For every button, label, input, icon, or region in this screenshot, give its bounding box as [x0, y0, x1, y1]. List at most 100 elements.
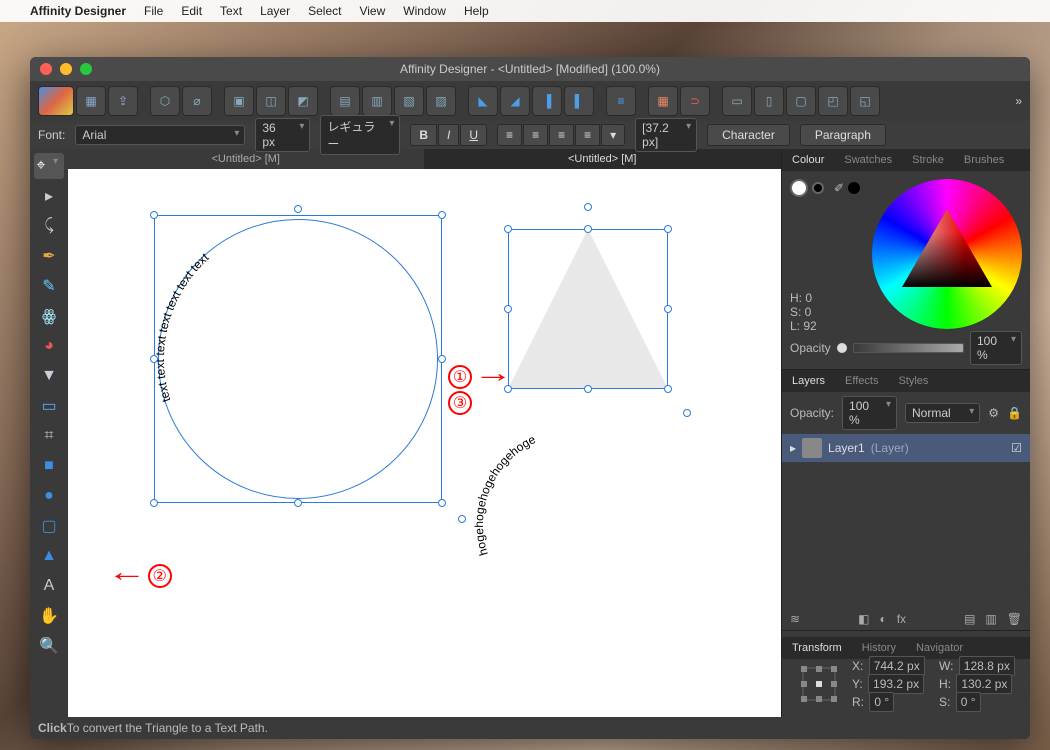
- canvas[interactable]: text text text text text text text: [68, 169, 781, 717]
- snap-magnet-icon[interactable]: ⊃: [680, 86, 710, 116]
- zoom-icon[interactable]: [80, 63, 92, 75]
- zoom-tool-icon[interactable]: 🔍: [34, 633, 64, 659]
- node-tool-icon[interactable]: ▸: [34, 183, 64, 209]
- h-field[interactable]: 130.2 px: [956, 674, 1012, 694]
- visibility-checkbox[interactable]: ☑: [1011, 441, 1022, 455]
- opacity-knob-icon[interactable]: [837, 343, 847, 353]
- arrange-forward-icon[interactable]: ▥: [362, 86, 392, 116]
- flip-h-icon[interactable]: ◣: [468, 86, 498, 116]
- y-field[interactable]: 193.2 px: [868, 674, 924, 694]
- rotate-ccw-icon[interactable]: ▐: [532, 86, 562, 116]
- menu-file[interactable]: File: [144, 4, 163, 18]
- ellipse-tool-icon[interactable]: ●: [34, 483, 64, 509]
- tab-effects[interactable]: Effects: [835, 370, 888, 392]
- app-name[interactable]: Affinity Designer: [30, 4, 126, 18]
- doctab-2[interactable]: <Untitled> [M]: [425, 149, 782, 169]
- tab-styles[interactable]: Styles: [888, 370, 938, 392]
- tab-brushes[interactable]: Brushes: [954, 149, 1014, 171]
- tab-stroke[interactable]: Stroke: [902, 149, 954, 171]
- tab-transform[interactable]: Transform: [782, 637, 852, 659]
- opacity-slider[interactable]: [853, 343, 964, 353]
- select-next-icon[interactable]: ◩: [288, 86, 318, 116]
- rectangle-tool-icon[interactable]: ■: [34, 453, 64, 479]
- minimize-icon[interactable]: [60, 63, 72, 75]
- leading-select[interactable]: [37.2 px]: [635, 118, 697, 152]
- text-on-arc[interactable]: hogehogehogehogehoge: [458, 424, 688, 584]
- layer-opacity-select[interactable]: 100 %: [842, 396, 897, 430]
- w-field[interactable]: 128.8 px: [959, 656, 1015, 676]
- opacity-value[interactable]: 100 %: [970, 331, 1022, 365]
- layer-row[interactable]: ▸ Layer1 (Layer) ☑: [782, 434, 1030, 462]
- gear-icon[interactable]: ⚙: [988, 406, 999, 420]
- triangle-tool-icon[interactable]: ▲: [34, 543, 64, 569]
- arrange-front-icon[interactable]: ▤: [330, 86, 360, 116]
- arrange-back-icon[interactable]: ▨: [426, 86, 456, 116]
- add-icon[interactable]: ▢: [786, 86, 816, 116]
- align-icon[interactable]: ≡: [606, 86, 636, 116]
- menu-layer[interactable]: Layer: [260, 4, 290, 18]
- select-prev-icon[interactable]: ◫: [256, 86, 286, 116]
- s-field[interactable]: 0 °: [956, 692, 981, 712]
- close-icon[interactable]: [40, 63, 52, 75]
- triangle-shape[interactable]: [508, 229, 668, 389]
- font-size-select[interactable]: 36 px: [255, 118, 310, 152]
- italic-button[interactable]: I: [438, 124, 459, 146]
- flip-v-icon[interactable]: ◢: [500, 86, 530, 116]
- tab-swatches[interactable]: Swatches: [834, 149, 902, 171]
- persona-designer-icon[interactable]: [38, 86, 74, 116]
- mask-icon[interactable]: ◧: [858, 612, 869, 626]
- menu-help[interactable]: Help: [464, 4, 489, 18]
- text-on-circle[interactable]: text text text text text text text: [158, 219, 438, 499]
- bold-button[interactable]: B: [410, 124, 437, 146]
- character-button[interactable]: Character: [707, 124, 790, 146]
- arrange-backward-icon[interactable]: ▧: [394, 86, 424, 116]
- new-layer-icon[interactable]: ⬡: [150, 86, 180, 116]
- group-icon[interactable]: ▭: [722, 86, 752, 116]
- blend-mode-select[interactable]: Normal: [905, 403, 980, 423]
- subtract-icon[interactable]: ◰: [818, 86, 848, 116]
- new-pixel-layer-icon[interactable]: ▥: [985, 612, 996, 626]
- new-layer-icon[interactable]: ▤: [964, 612, 975, 626]
- anchor-picker[interactable]: [790, 659, 848, 709]
- persona-pixel-icon[interactable]: ▦: [76, 86, 106, 116]
- fill-tool-icon[interactable]: ◕: [34, 333, 64, 359]
- delete-icon[interactable]: ⌀: [182, 86, 212, 116]
- align-more-icon[interactable]: ▾: [601, 124, 625, 146]
- r-field[interactable]: 0 °: [869, 692, 894, 712]
- adjustment-icon[interactable]: ◐: [879, 612, 886, 626]
- lock-icon[interactable]: 🔒: [1007, 406, 1022, 420]
- disclosure-icon[interactable]: ▸: [790, 441, 796, 455]
- persona-export-icon[interactable]: ⇪: [108, 86, 138, 116]
- pen-tool-icon[interactable]: ✒: [34, 243, 64, 269]
- layer-stack-icon[interactable]: ≋: [790, 612, 800, 626]
- paragraph-button[interactable]: Paragraph: [800, 124, 886, 146]
- stroke-swatch[interactable]: [812, 182, 824, 194]
- rounded-rect-tool-icon[interactable]: ▢: [34, 513, 64, 539]
- underline-button[interactable]: U: [460, 124, 487, 146]
- macos-menubar[interactable]: Affinity Designer File Edit Text Layer S…: [0, 0, 1050, 22]
- crop-tool-icon[interactable]: ⌗: [34, 423, 64, 449]
- rotate-cw-icon[interactable]: ▌: [564, 86, 594, 116]
- menu-text[interactable]: Text: [220, 4, 242, 18]
- transparency-tool-icon[interactable]: ▼: [34, 363, 64, 389]
- tab-layers[interactable]: Layers: [782, 370, 835, 392]
- align-right-icon[interactable]: ≡: [549, 124, 574, 146]
- trash-icon[interactable]: 🗑: [1007, 612, 1022, 626]
- toolbar-overflow-icon[interactable]: »: [1015, 94, 1022, 108]
- move-tool-icon[interactable]: ⌖: [34, 153, 64, 179]
- pan-tool-icon[interactable]: ✋: [34, 603, 64, 629]
- align-center-icon[interactable]: ≡: [523, 124, 548, 146]
- eyedropper-icon[interactable]: ✐: [834, 181, 844, 195]
- text-tool-icon[interactable]: A: [34, 573, 64, 599]
- select-all-icon[interactable]: ▣: [224, 86, 254, 116]
- traffic-lights[interactable]: [40, 63, 92, 75]
- colour-wheel[interactable]: [872, 179, 1022, 329]
- pencil-tool-icon[interactable]: ✎: [34, 273, 64, 299]
- ungroup-icon[interactable]: ▯: [754, 86, 784, 116]
- menu-edit[interactable]: Edit: [181, 4, 202, 18]
- fill-swatch[interactable]: [790, 179, 808, 197]
- fx-icon[interactable]: fx: [897, 612, 906, 626]
- font-weight-select[interactable]: レギュラー: [320, 115, 400, 155]
- menu-select[interactable]: Select: [308, 4, 341, 18]
- brush-tool-icon[interactable]: ꙮ: [34, 303, 64, 329]
